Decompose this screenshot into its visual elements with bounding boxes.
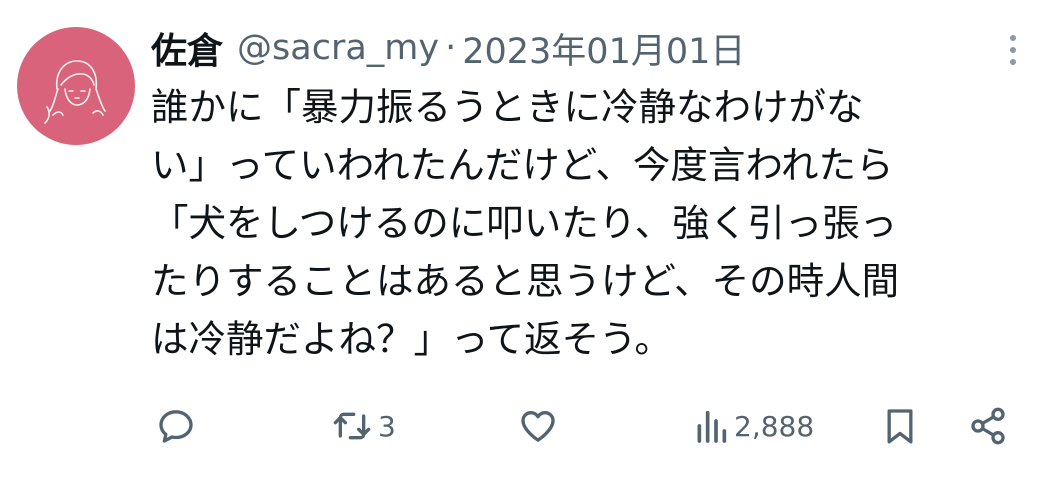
bookmark-button[interactable] xyxy=(880,395,920,457)
author-name[interactable]: 佐倉 xyxy=(151,22,223,74)
tweet-body-line: 誰かに「暴力振るうときに冷静なわけがな xyxy=(151,85,864,129)
views-icon xyxy=(697,410,727,443)
reply-button[interactable] xyxy=(156,395,196,457)
retweet-count: 3 xyxy=(378,409,396,443)
share-icon xyxy=(971,407,1005,445)
tweet-date[interactable]: 2023年01月01日 xyxy=(462,23,745,74)
tweet: 佐倉 @sacra_my · 2023年01月01日 誰かに「暴力振るうときに冷… xyxy=(0,0,1062,477)
author-handle[interactable]: @sacra_my xyxy=(237,28,439,68)
separator-dot: · xyxy=(445,28,457,68)
tweet-body-line: 「犬をしつけるのに叩いたり、強く引っ張っ xyxy=(151,201,898,245)
tweet-header: 佐倉 @sacra_my · 2023年01月01日 xyxy=(151,22,745,74)
retweet-icon xyxy=(333,412,371,440)
views-button[interactable]: 2,888 xyxy=(694,395,814,457)
tweet-body: 誰かに「暴力振るうときに冷静なわけがな い」っていわれたんだけど、今度言われたら… xyxy=(151,78,1046,368)
reply-icon xyxy=(159,410,193,443)
avatar[interactable] xyxy=(17,27,135,145)
heart-icon xyxy=(521,411,555,442)
avatar-illustration xyxy=(44,60,106,124)
more-vertical-icon xyxy=(1010,35,1016,65)
tweet-body-line: たりすることはあると思うけど、その時人間 xyxy=(151,259,900,303)
bookmark-icon xyxy=(887,409,913,444)
share-button[interactable] xyxy=(968,395,1008,457)
tweet-body-line: は冷静だよね？」って返そう。 xyxy=(151,317,672,361)
tweet-body-line: い」っていわれたんだけど、今度言われたら xyxy=(151,143,894,187)
views-count: 2,888 xyxy=(734,409,815,443)
like-button[interactable] xyxy=(518,395,558,457)
retweet-button[interactable]: 3 xyxy=(332,395,396,457)
action-bar: 3 2,888 xyxy=(0,395,1062,457)
more-options-button[interactable] xyxy=(998,30,1028,70)
